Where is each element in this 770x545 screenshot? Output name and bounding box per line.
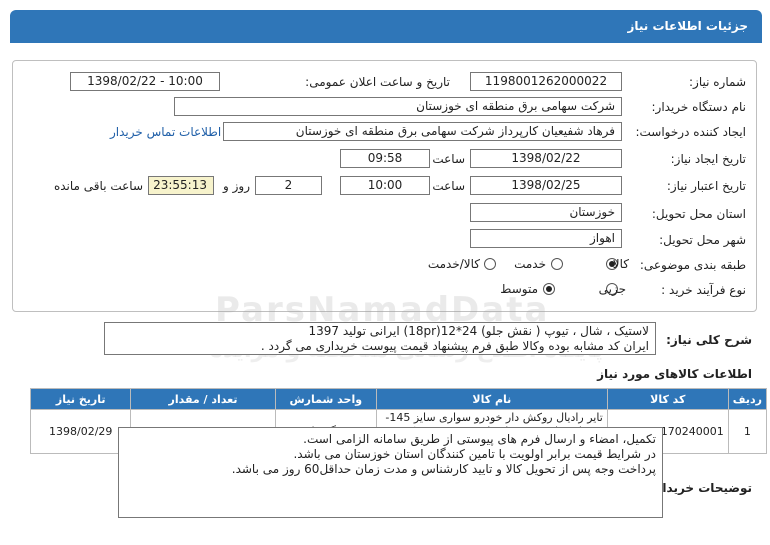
- page-title: جزئیات اطلاعات نیاز: [627, 19, 748, 33]
- need-number-field[interactable]: 1198001262000022: [470, 72, 622, 91]
- requester-field[interactable]: فرهاد شفیعیان کارپرداز شرکت سهامی برق من…: [223, 122, 622, 141]
- notes-box: تکمیل، امضاء و ارسال فرم های پیوستی از ط…: [118, 427, 663, 518]
- requester-label: ایجاد کننده درخواست:: [635, 125, 746, 139]
- category-radio-both[interactable]: [484, 258, 496, 270]
- category-label: طبقه بندی موضوعی:: [639, 258, 746, 272]
- notes-line-3: پرداخت وجه پس از تحویل کالا و تایید کارش…: [231, 462, 656, 476]
- need-number-label: شماره نیاز:: [689, 75, 746, 89]
- announce-label: تاریخ و ساعت اعلان عمومی:: [305, 75, 450, 89]
- days-label: روز و: [223, 179, 250, 193]
- items-table-header: ردیف کد کالا نام کالا واحد شمارش تعداد /…: [29, 388, 768, 410]
- created-label: تاریخ ایجاد نیاز:: [670, 152, 746, 166]
- category-option-service: خدمت: [514, 257, 546, 271]
- validity-time-label: ساعت: [432, 179, 465, 193]
- validity-time-field[interactable]: 10:00: [340, 176, 430, 195]
- category-option-goods: کالا: [612, 257, 629, 271]
- description-line-1: لاستیک ، شال ، تیوپ ( نقش جلو) 24*12(18p…: [308, 324, 649, 338]
- province-field[interactable]: خوزستان: [470, 203, 622, 222]
- created-date-field[interactable]: 1398/02/22: [470, 149, 622, 168]
- description-label: شرح کلی نیاز:: [666, 333, 752, 347]
- buyer-org-label: نام دستگاه خریدار:: [651, 100, 747, 114]
- items-section-title: اطلاعات کالاهای مورد نیاز: [597, 367, 752, 381]
- cell-row-number: 1: [727, 409, 768, 454]
- validity-days-field[interactable]: 2: [255, 176, 322, 195]
- col-header-qty: تعداد / مقدار: [130, 388, 276, 410]
- description-box: لاستیک ، شال ، تیوپ ( نقش جلو) 24*12(18p…: [104, 322, 656, 355]
- cell-need-date: 1398/02/29: [29, 409, 132, 454]
- process-label: نوع فرآیند خرید :: [661, 283, 746, 297]
- created-time-label: ساعت: [432, 152, 465, 166]
- col-header-date: تاریخ نیاز: [29, 388, 132, 410]
- remaining-time-field: 23:55:13: [148, 176, 214, 195]
- notes-line-1: تکمیل، امضاء و ارسال فرم های پیوستی از ط…: [303, 432, 656, 446]
- page-title-bar: جزئیات اطلاعات نیاز: [10, 10, 762, 43]
- col-header-name: نام کالا: [375, 388, 608, 410]
- announce-field[interactable]: 1398/02/22 - 10:00: [70, 72, 220, 91]
- col-header-unit: واحد شمارش: [274, 388, 377, 410]
- col-header-code: کد کالا: [606, 388, 729, 410]
- notes-line-2: در شرایط قیمت برابر اولویت با تامین کنند…: [293, 447, 656, 461]
- description-line-2: ایران کد مشابه بوده وکالا طبق فرم پیشنها…: [260, 339, 649, 353]
- category-radio-service[interactable]: [551, 258, 563, 270]
- validity-label: تاریخ اعتبار نیاز:: [666, 179, 746, 193]
- buyer-org-field[interactable]: شرکت سهامی برق منطقه ای خوزستان: [174, 97, 622, 116]
- city-label: شهر محل تحویل:: [659, 233, 746, 247]
- validity-date-field[interactable]: 1398/02/25: [470, 176, 622, 195]
- col-header-row: ردیف: [727, 388, 768, 410]
- process-option-minor: جزیی: [598, 282, 626, 296]
- city-field[interactable]: اهواز: [470, 229, 622, 248]
- remaining-label: ساعت باقی مانده: [53, 179, 143, 193]
- province-label: استان محل تحویل:: [651, 207, 746, 221]
- created-time-field[interactable]: 09:58: [340, 149, 430, 168]
- category-option-both: کالا/خدمت: [427, 257, 480, 271]
- buyer-contact-link[interactable]: اطلاعات تماس خریدار: [110, 125, 221, 139]
- notes-label: توضیحات خریدار:: [650, 481, 752, 495]
